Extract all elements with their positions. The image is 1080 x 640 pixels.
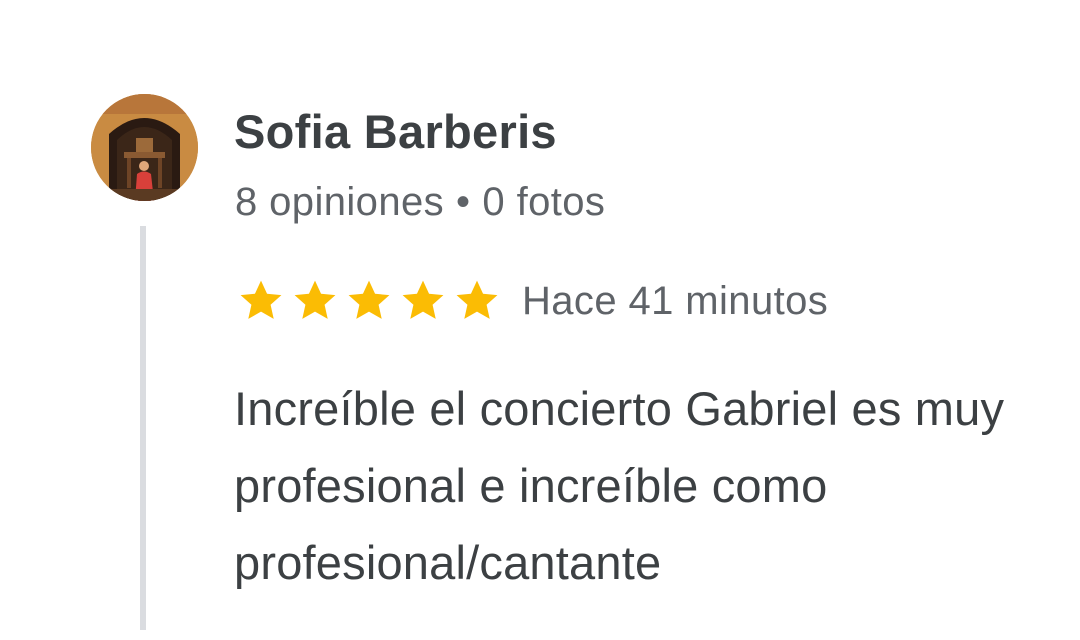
star-icon: [344, 276, 394, 326]
star-icon: [290, 276, 340, 326]
review-card: Sofia Barberis 8 opiniones • 0 fotos Hace …: [0, 0, 1080, 640]
star-icon: [398, 276, 448, 326]
author-meta: 8 opiniones • 0 fotos: [235, 180, 605, 225]
meta-separator: •: [456, 180, 471, 224]
author-avatar[interactable]: [91, 94, 198, 201]
star-icon: [236, 276, 286, 326]
thread-line: [140, 226, 146, 630]
author-name[interactable]: Sofia Barberis: [234, 104, 557, 159]
star-rating: [236, 276, 502, 326]
reviews-count: 8 opiniones: [235, 180, 445, 224]
user-photo-avatar-icon: [91, 94, 198, 201]
rating-row: Hace 41 minutos: [236, 276, 828, 326]
review-timestamp: Hace 41 minutos: [522, 278, 829, 323]
star-icon: [452, 276, 502, 326]
photos-count: 0 fotos: [482, 180, 606, 224]
review-text: Increíble el concierto Gabriel es muy pr…: [234, 382, 1005, 589]
